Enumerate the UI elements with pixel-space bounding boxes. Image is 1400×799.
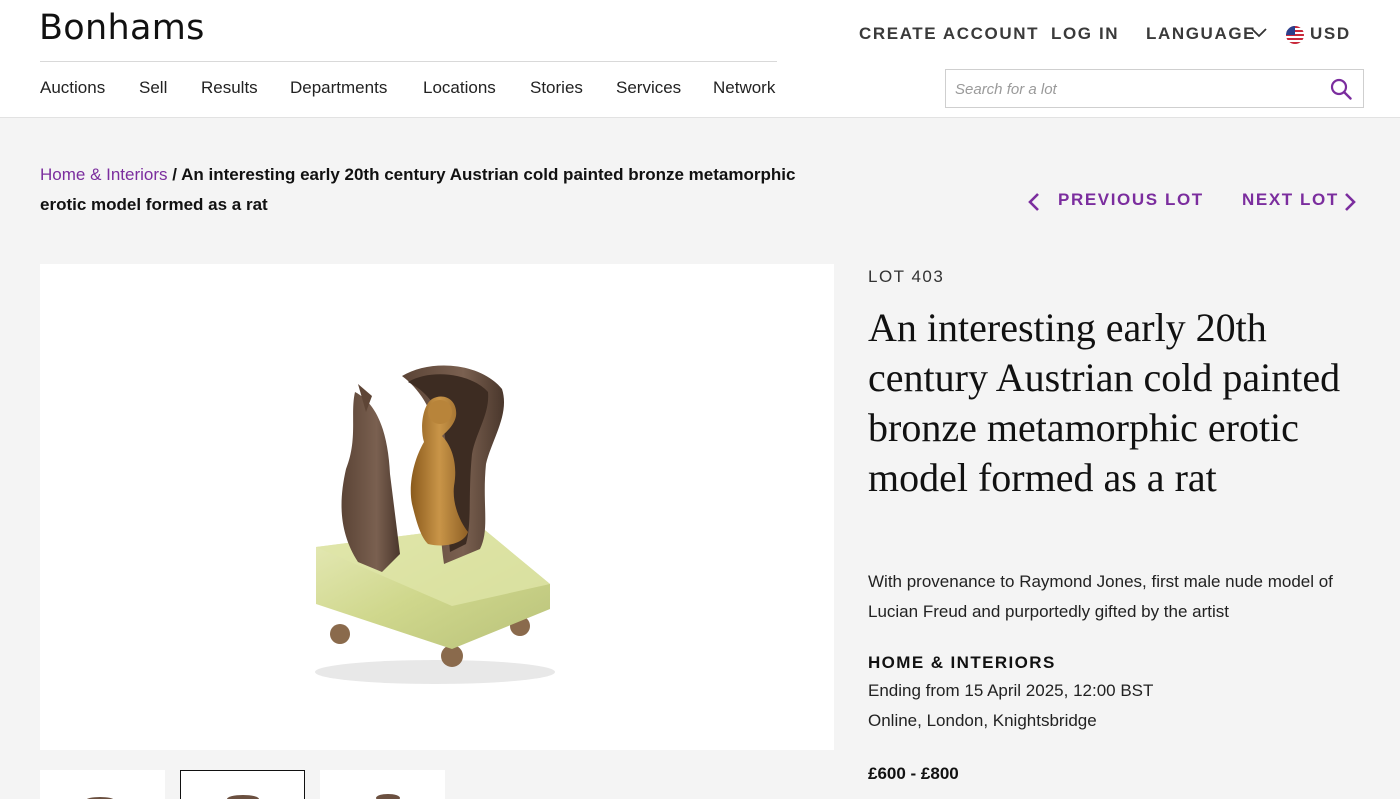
thumbnail-image: [86, 797, 114, 799]
lot-number: LOT 403: [868, 267, 945, 286]
breadcrumb-home-interiors[interactable]: Home & Interiors: [40, 165, 168, 184]
thumbnail-image: [376, 794, 400, 799]
search-input[interactable]: [955, 78, 1315, 100]
language-selector[interactable]: LANGUAGE: [1146, 24, 1256, 48]
chevron-right-icon[interactable]: [1343, 191, 1357, 213]
breadcrumb-separator: /: [167, 165, 182, 184]
search-icon[interactable]: [1330, 78, 1352, 100]
department-link[interactable]: HOME & INTERIORS: [868, 653, 1056, 673]
lot-title: An interesting early 20th century Austri…: [868, 305, 1341, 500]
us-flag-icon[interactable]: [1286, 26, 1304, 44]
auction-ending: Ending from 15 April 2025, 12:00 BST: [868, 681, 1154, 700]
search-box: [945, 69, 1364, 108]
lot-estimate: £600 - £800: [868, 764, 959, 783]
thumbnail-2[interactable]: [180, 770, 305, 799]
bronze-rat-figure-image: [315, 365, 555, 684]
thumbnail-3[interactable]: [320, 770, 445, 799]
nav-sell[interactable]: Sell: [139, 78, 167, 100]
next-lot-link[interactable]: NEXT LOT: [1242, 190, 1339, 210]
chevron-left-icon[interactable]: [1027, 191, 1041, 213]
lot-image[interactable]: [40, 264, 834, 750]
thumbnail-image: [227, 795, 259, 799]
lot-description: With provenance to Raymond Jones, first …: [868, 572, 1333, 621]
nav-results[interactable]: Results: [201, 78, 258, 100]
chevron-down-icon[interactable]: [1251, 27, 1267, 39]
currency-selector[interactable]: USD: [1310, 24, 1351, 48]
header-divider: [40, 61, 777, 62]
log-in-link[interactable]: LOG IN: [1051, 24, 1119, 48]
thumbnail-1[interactable]: [40, 770, 165, 799]
breadcrumb: Home & Interiors / An interesting early …: [40, 160, 840, 220]
site-header: Bonhams CREATE ACCOUNT LOG IN LANGUAGE U…: [0, 0, 1400, 118]
bonhams-logo[interactable]: Bonhams: [39, 8, 205, 48]
nav-departments[interactable]: Departments: [290, 78, 387, 100]
auction-venue: Online, London, Knightsbridge: [868, 711, 1097, 730]
nav-auctions[interactable]: Auctions: [40, 78, 105, 100]
nav-stories[interactable]: Stories: [530, 78, 583, 100]
previous-lot-link[interactable]: PREVIOUS LOT: [1058, 190, 1204, 210]
nav-services[interactable]: Services: [616, 78, 681, 100]
create-account-link[interactable]: CREATE ACCOUNT: [859, 24, 1039, 48]
nav-locations[interactable]: Locations: [423, 78, 496, 100]
nav-network[interactable]: Network: [713, 78, 775, 100]
